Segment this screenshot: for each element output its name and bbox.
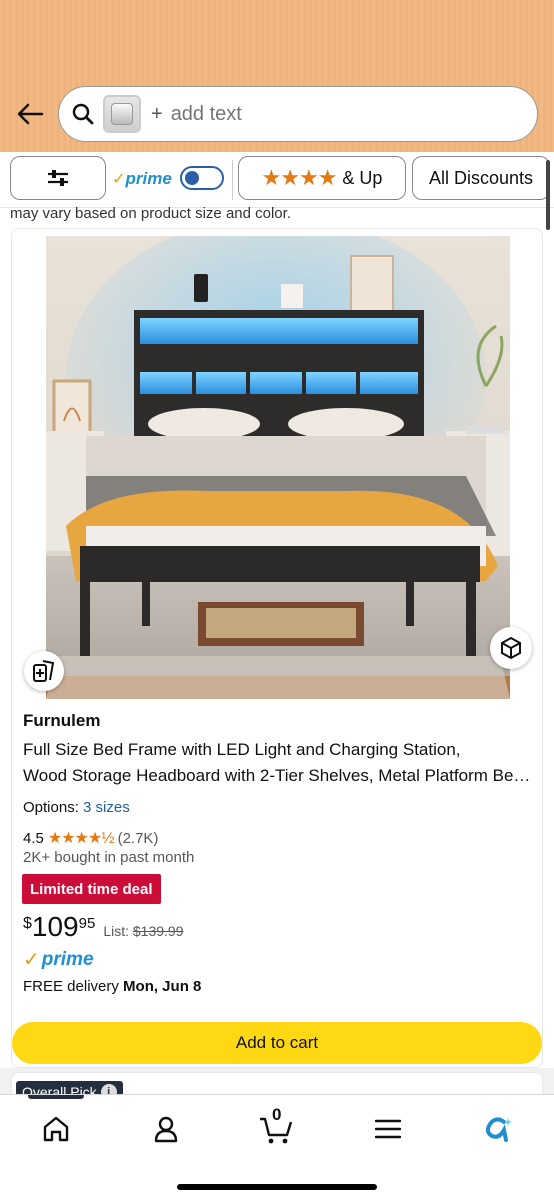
rating-count: (2.7K)	[117, 829, 159, 847]
prime-label: prime	[41, 948, 94, 970]
nav-home[interactable]	[32, 1109, 80, 1149]
delivery-info: FREE delivery Mon, Jun 8	[23, 978, 201, 995]
price-whole: 109	[31, 911, 79, 942]
search-image-thumbnail[interactable]	[103, 95, 141, 133]
list-price-value: $139.99	[132, 923, 184, 939]
toggle-knob	[184, 171, 199, 185]
search-input[interactable]	[170, 102, 471, 126]
home-icon	[43, 1116, 69, 1142]
price-fraction: 95	[78, 915, 96, 932]
rating-value: 4.5	[23, 829, 44, 847]
prime-logo: ✓prime	[112, 168, 172, 188]
header: +	[0, 0, 554, 152]
add-to-cart-button[interactable]: Add to cart	[12, 1022, 542, 1064]
product-title[interactable]: Full Size Bed Frame with LED Light and C…	[23, 737, 538, 789]
prime-check-icon: ✓	[23, 949, 40, 971]
product-image[interactable]	[46, 236, 510, 699]
sliders-icon	[48, 170, 68, 186]
bought-count: 2K+ bought in past month	[23, 849, 195, 866]
options-label: Options:	[23, 799, 79, 816]
options-link[interactable]: 3 sizes	[83, 799, 130, 816]
active-tab-indicator	[28, 1095, 84, 1099]
prime-badge: ✓ prime	[23, 947, 94, 972]
filter-bar: ✓prime ★★★★ & Up All Discounts	[0, 152, 554, 208]
price-currency: $	[23, 915, 32, 932]
prime-toggle-switch[interactable]	[179, 166, 224, 190]
nav-account[interactable]	[142, 1109, 190, 1149]
back-button[interactable]	[14, 98, 46, 130]
compare-button[interactable]	[24, 651, 64, 691]
back-arrow-icon	[17, 103, 44, 125]
list-price: List: $139.99	[103, 923, 183, 939]
add-text-plus: +	[151, 102, 163, 125]
filter-divider	[232, 160, 233, 200]
person-icon	[154, 1116, 178, 1143]
delivery-date: Mon, Jun 8	[123, 978, 202, 995]
product-title-line1: Full Size Bed Frame with LED Light and C…	[23, 740, 461, 759]
nav-menu[interactable]	[364, 1109, 412, 1149]
cart-count: 0	[272, 1105, 282, 1124]
product-title-line2: Wood Storage Headboard with 2-Tier Shelv…	[23, 766, 538, 785]
prime-filter-toggle[interactable]: ✓prime	[106, 156, 230, 200]
product-brand: Furnulem	[23, 711, 101, 730]
filter-button[interactable]	[10, 156, 106, 200]
view-in-3d-button[interactable]	[490, 627, 532, 669]
hamburger-icon	[374, 1119, 402, 1139]
nav-cart[interactable]: 0	[252, 1105, 300, 1149]
price: $ 109 95 List: $139.99	[23, 911, 184, 943]
rating-stars-icon: ★★★★½	[47, 830, 115, 847]
all-discounts-chip[interactable]: All Discounts	[412, 156, 550, 200]
cube-icon	[501, 636, 521, 660]
list-price-label: List:	[103, 923, 129, 939]
rating-filter-chip[interactable]: ★★★★ & Up	[238, 156, 406, 200]
delivery-prefix: FREE delivery	[23, 978, 119, 995]
home-indicator	[177, 1184, 377, 1190]
search-bar[interactable]: +	[58, 86, 538, 142]
product-options: Options: 3 sizes	[23, 799, 130, 816]
rufus-icon	[485, 1117, 512, 1142]
four-stars-icon: ★★★★	[261, 165, 338, 190]
bed-frame-image	[46, 236, 510, 699]
search-icon	[72, 103, 94, 125]
thumbnail-image	[111, 103, 133, 125]
scrollbar[interactable]	[546, 160, 550, 230]
limited-deal-badge: Limited time deal	[22, 874, 161, 904]
product-card[interactable]: Furnulem Full Size Bed Frame with LED Li…	[11, 228, 543, 1068]
compare-icon	[33, 660, 55, 682]
rating-filter-label: & Up	[342, 167, 383, 188]
variant-note: may vary based on product size and color…	[10, 205, 291, 222]
nav-rufus[interactable]	[474, 1109, 522, 1149]
rating-row[interactable]: 4.5 ★★★★½ (2.7K)	[23, 828, 158, 848]
